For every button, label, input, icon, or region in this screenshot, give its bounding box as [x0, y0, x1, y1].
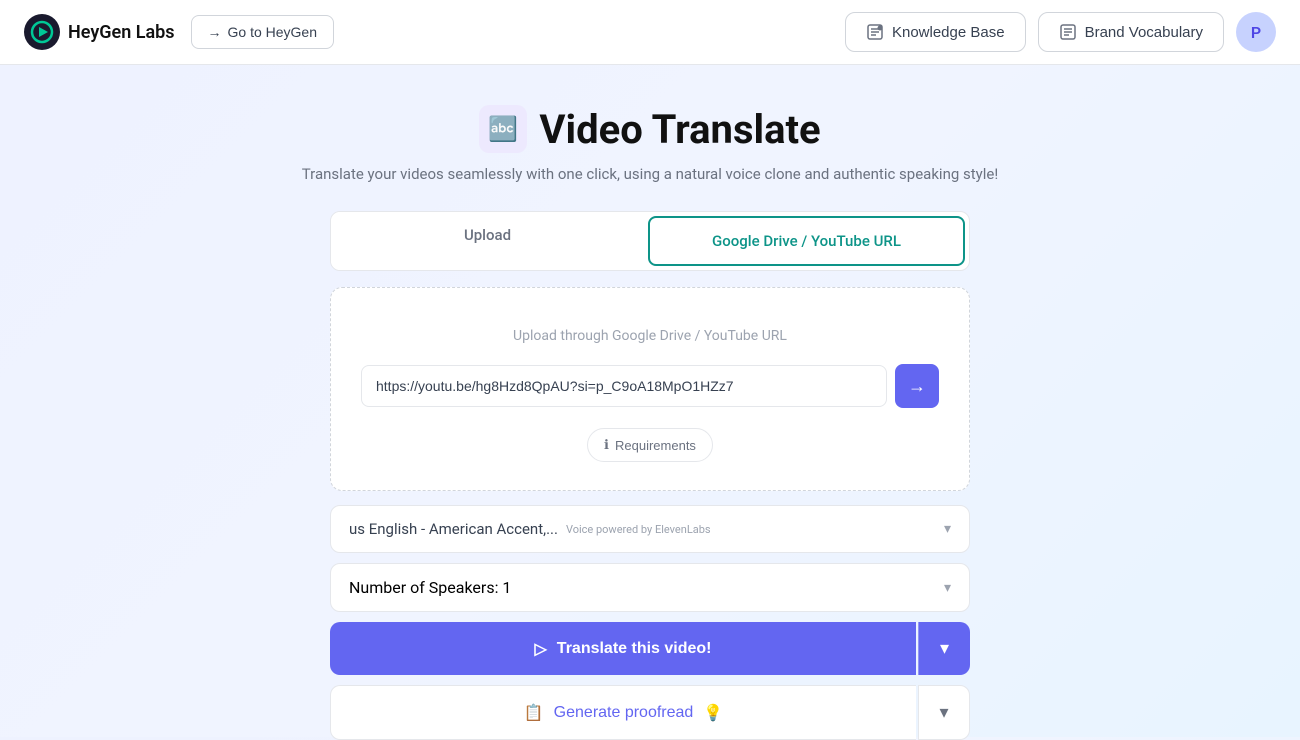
go-to-heygen-button[interactable]: → Go to HeyGen	[191, 15, 335, 49]
user-avatar[interactable]: P	[1236, 12, 1276, 52]
tab-upload[interactable]: Upload	[331, 212, 644, 270]
proofread-button[interactable]: 📋 Generate proofread 💡	[330, 685, 916, 740]
voice-powered-by: Voice powered by ElevenLabs	[566, 523, 711, 536]
header-left: HeyGen Labs → Go to HeyGen	[24, 14, 334, 50]
knowledge-base-button[interactable]: Knowledge Base	[845, 12, 1026, 52]
info-icon: ℹ	[604, 437, 609, 453]
proofread-dropdown-icon: ▾	[939, 702, 948, 723]
translate-icon: ▷	[534, 639, 546, 659]
upload-area-label: Upload through Google Drive / YouTube UR…	[513, 328, 787, 344]
requirements-label: Requirements	[615, 438, 696, 453]
url-input-row: →	[361, 364, 939, 408]
page-title: Video Translate	[539, 106, 820, 153]
url-input[interactable]	[361, 365, 887, 407]
brand-vocabulary-icon	[1059, 23, 1077, 41]
heygen-logo-icon	[24, 14, 60, 50]
brand-vocabulary-label: Brand Vocabulary	[1085, 24, 1203, 41]
avatar-letter: P	[1251, 23, 1261, 42]
translate-button[interactable]: ▷ Translate this video!	[330, 622, 916, 675]
brand-vocabulary-button[interactable]: Brand Vocabulary	[1038, 12, 1224, 52]
voice-value: us English - American Accent,...	[349, 520, 558, 538]
proofread-dropdown-button[interactable]: ▾	[918, 685, 970, 740]
arrow-submit-icon: →	[908, 376, 926, 397]
translate-dropdown-icon: ▾	[940, 638, 949, 659]
url-submit-button[interactable]: →	[895, 364, 939, 408]
main-content: 🔤 Video Translate Translate your videos …	[0, 65, 1300, 740]
go-to-heygen-label: Go to HeyGen	[228, 24, 318, 40]
page-title-icon: 🔤	[479, 105, 527, 153]
translate-button-row: ▷ Translate this video! ▾	[330, 622, 970, 675]
knowledge-base-icon	[866, 23, 884, 41]
arrow-right-icon: →	[208, 24, 222, 40]
speakers-label: Number of Speakers: 1	[349, 578, 511, 597]
knowledge-base-label: Knowledge Base	[892, 24, 1005, 41]
logo-area: HeyGen Labs	[24, 14, 175, 50]
voice-chevron-icon: ▾	[944, 521, 951, 537]
tab-google-drive-youtube[interactable]: Google Drive / YouTube URL	[648, 216, 965, 266]
page-subtitle: Translate your videos seamlessly with on…	[302, 165, 998, 183]
proofread-icon: 📋	[524, 703, 544, 723]
tabs-container: Upload Google Drive / YouTube URL	[330, 211, 970, 271]
speakers-chevron-icon: ▾	[944, 580, 951, 596]
header: HeyGen Labs → Go to HeyGen Knowledge Bas…	[0, 0, 1300, 65]
header-right: Knowledge Base Brand Vocabulary P	[845, 12, 1276, 52]
voice-select-left: us English - American Accent,... Voice p…	[349, 520, 711, 538]
translate-dropdown-button[interactable]: ▾	[918, 622, 970, 675]
page-title-area: 🔤 Video Translate	[479, 105, 820, 153]
speakers-select[interactable]: Number of Speakers: 1 ▾	[330, 563, 970, 612]
proofread-button-row: 📋 Generate proofread 💡 ▾	[330, 685, 970, 740]
voice-select[interactable]: us English - American Accent,... Voice p…	[330, 505, 970, 553]
proofread-lightbulb: 💡	[703, 703, 723, 723]
translate-label: Translate this video!	[557, 640, 712, 658]
requirements-button[interactable]: ℹ Requirements	[587, 428, 713, 462]
proofread-label: Generate proofread	[554, 704, 694, 722]
logo-text: HeyGen Labs	[68, 22, 175, 43]
upload-area: Upload through Google Drive / YouTube UR…	[330, 287, 970, 491]
